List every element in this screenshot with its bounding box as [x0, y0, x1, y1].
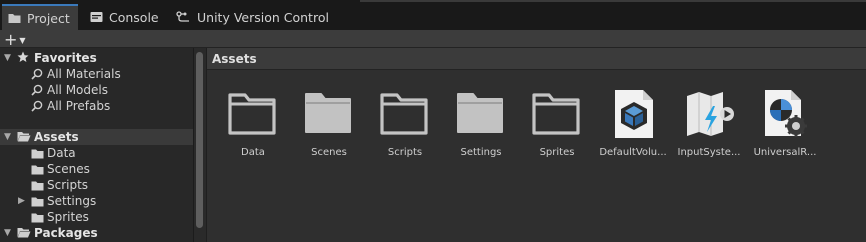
- asset-label: UniversalR...: [753, 147, 817, 158]
- tree-item-scenes[interactable]: Scenes: [0, 161, 193, 177]
- project-tree-panel: ▼ Favorites All Materials All Models All…: [0, 48, 193, 242]
- search-icon: [31, 84, 43, 99]
- tree-item-all-prefabs[interactable]: All Prefabs: [0, 98, 193, 114]
- folder-icon: [31, 212, 44, 226]
- plus-icon: +: [4, 29, 18, 49]
- tree-item-settings[interactable]: ▶ Settings: [0, 193, 193, 209]
- tree-label: Scripts: [47, 178, 89, 192]
- tree-label: Sprites: [47, 210, 89, 224]
- asset-label: Scenes: [311, 147, 347, 158]
- tree-item-scripts[interactable]: Scripts: [0, 177, 193, 193]
- window-tab-bar: Project Console Unity Version Control: [0, 0, 866, 30]
- project-toolbar: + ▼: [0, 29, 866, 49]
- expand-arrow-icon[interactable]: ▼: [4, 132, 11, 142]
- tree-label: All Materials: [47, 67, 121, 81]
- asset-item-data[interactable]: Data: [213, 84, 289, 174]
- tab-strip-divider: [360, 0, 866, 2]
- assets-grid-panel: Assets Data Scenes Scripts Settings Spri…: [206, 48, 866, 242]
- folder-outline-icon: [227, 88, 279, 140]
- tree-label: Settings: [47, 194, 97, 208]
- tree-favorites-header[interactable]: ▼ Favorites: [0, 50, 193, 66]
- asset-label: Scripts: [387, 147, 423, 158]
- collapse-arrow-icon[interactable]: ▶: [18, 196, 25, 206]
- tab-unity-version-control[interactable]: Unity Version Control: [172, 4, 332, 30]
- version-control-icon: [176, 11, 191, 23]
- folder-open-icon: [17, 227, 31, 241]
- asset-label: Data: [241, 147, 265, 158]
- asset-item-default-volume[interactable]: DefaultVolu...: [593, 84, 669, 174]
- folder-open-icon: [17, 131, 31, 145]
- folder-outline-icon: [531, 88, 583, 140]
- search-icon: [31, 68, 43, 83]
- input-actions-icon: [683, 88, 735, 140]
- folder-filled-icon: [303, 88, 355, 140]
- asset-label: Settings: [460, 147, 502, 158]
- expand-arrow-icon[interactable]: ▼: [4, 228, 11, 238]
- asset-label: InputSyste...: [677, 147, 741, 158]
- folder-icon: [8, 12, 21, 24]
- tree-label: Favorites: [34, 51, 97, 65]
- folder-filled-icon: [455, 88, 507, 140]
- star-icon: [17, 51, 29, 66]
- asset-item-input-system[interactable]: InputSyste...: [669, 84, 745, 174]
- tree-label: Data: [47, 146, 76, 160]
- folder-icon: [31, 148, 44, 162]
- folder-icon: [31, 164, 44, 178]
- tab-console[interactable]: Console: [86, 4, 166, 30]
- folder-outline-icon: [379, 88, 431, 140]
- asset-label: Sprites: [539, 147, 575, 158]
- folder-icon: [31, 196, 44, 210]
- tree-item-sprites[interactable]: Sprites: [0, 209, 193, 225]
- console-icon: [90, 11, 103, 23]
- dropdown-caret-icon: ▼: [19, 35, 26, 45]
- tree-scrollbar-thumb[interactable]: [196, 52, 203, 228]
- tree-label: All Models: [47, 83, 108, 97]
- folder-icon: [31, 180, 44, 194]
- asset-item-universal-rp[interactable]: UniversalR...: [745, 84, 821, 174]
- tab-project[interactable]: Project: [2, 4, 78, 30]
- asset-item-settings[interactable]: Settings: [441, 84, 517, 174]
- tree-item-all-materials[interactable]: All Materials: [0, 66, 193, 82]
- tree-packages-root[interactable]: ▼ Packages: [0, 225, 193, 241]
- render-pipeline-asset-icon: [759, 88, 811, 140]
- tree-item-all-models[interactable]: All Models: [0, 82, 193, 98]
- tree-assets-root[interactable]: ▼ Assets: [0, 129, 193, 145]
- tab-label: Console: [109, 9, 159, 25]
- tree-label: Assets: [34, 130, 79, 144]
- asset-item-scripts[interactable]: Scripts: [365, 84, 441, 174]
- tree-label: Packages: [34, 226, 98, 240]
- tree-label: Scenes: [47, 162, 90, 176]
- search-icon: [31, 100, 43, 115]
- tree-label: All Prefabs: [47, 99, 111, 113]
- create-asset-button[interactable]: + ▼: [4, 29, 32, 49]
- asset-item-scenes[interactable]: Scenes: [289, 84, 365, 174]
- asset-label: DefaultVolu...: [599, 147, 667, 158]
- asset-item-sprites[interactable]: Sprites: [517, 84, 593, 174]
- tab-label: Project: [27, 10, 70, 26]
- tree-item-data[interactable]: Data: [0, 145, 193, 161]
- tab-label: Unity Version Control: [197, 9, 329, 25]
- volume-profile-icon: [607, 88, 659, 140]
- expand-arrow-icon[interactable]: ▼: [4, 53, 11, 63]
- breadcrumb[interactable]: Assets: [207, 48, 866, 70]
